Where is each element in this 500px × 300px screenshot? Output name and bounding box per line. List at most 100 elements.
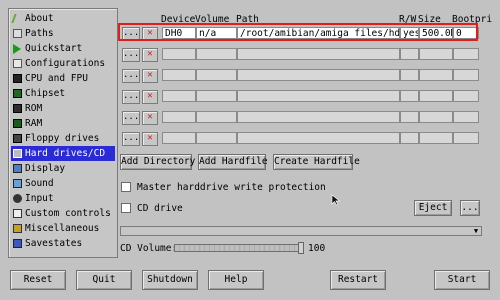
- column-header-size: Size: [418, 14, 441, 25]
- harddrive-icon: [13, 149, 22, 158]
- cell-path: [237, 90, 400, 102]
- cell-rw: [400, 111, 419, 123]
- row-browse-button[interactable]: ...: [122, 48, 140, 62]
- reset-button[interactable]: Reset: [10, 270, 66, 290]
- sidebar: About Paths Quickstart Configurations CP…: [8, 8, 118, 258]
- cell-device: [162, 90, 196, 102]
- sidebar-item-quickstart[interactable]: Quickstart: [11, 41, 115, 56]
- display-icon: [13, 164, 22, 173]
- cell-bootpri: 0: [453, 27, 479, 39]
- cell-size: [419, 111, 453, 123]
- cell-size: [419, 48, 453, 60]
- cell-bootpri: [453, 69, 479, 81]
- chipset-icon: [13, 89, 22, 98]
- cell-volume: [196, 48, 237, 60]
- rom-icon: [13, 104, 22, 113]
- cell-bootpri: [453, 90, 479, 102]
- sidebar-item-cpu-fpu[interactable]: CPU and FPU: [11, 71, 115, 86]
- cd-drive-option[interactable]: CD drive: [121, 201, 183, 215]
- cell-path: /root/amibian/amiga_files/hdd/hd: [237, 27, 400, 39]
- sound-icon: [13, 179, 22, 188]
- cell-path: [237, 132, 400, 144]
- cd-volume-label: CD Volume:: [120, 243, 178, 254]
- sidebar-item-configurations[interactable]: Configurations: [11, 56, 115, 71]
- cell-device: [162, 132, 196, 144]
- cell-bootpri: [453, 132, 479, 144]
- row-delete-button[interactable]: ✕: [142, 132, 158, 146]
- row-browse-button[interactable]: ...: [122, 69, 140, 83]
- start-button[interactable]: Start: [434, 270, 490, 290]
- sidebar-item-miscellaneous[interactable]: Miscellaneous: [11, 221, 115, 236]
- cd-image-dropdown[interactable]: ▼: [120, 226, 482, 236]
- master-write-protection-option[interactable]: Master harddrive write protection: [121, 180, 326, 194]
- quit-button[interactable]: Quit: [76, 270, 132, 290]
- cpu-icon: [13, 74, 22, 83]
- add-directory-button[interactable]: Add Directory: [120, 154, 195, 170]
- add-hardfile-button[interactable]: Add Hardfile: [198, 154, 268, 170]
- cell-device: [162, 48, 196, 60]
- cell-volume: [196, 69, 237, 81]
- cell-rw: [400, 90, 419, 102]
- help-button[interactable]: Help: [208, 270, 264, 290]
- column-header-bootpri: Bootpri: [452, 14, 493, 25]
- cell-rw: [400, 69, 419, 81]
- cell-path: [237, 111, 400, 123]
- ram-icon: [13, 119, 22, 128]
- eject-button[interactable]: Eject: [414, 200, 452, 216]
- cd-volume-value: 100: [308, 243, 326, 254]
- sidebar-item-display[interactable]: Display: [11, 161, 115, 176]
- cell-volume: [196, 111, 237, 123]
- sidebar-item-sound[interactable]: Sound: [11, 176, 115, 191]
- sidebar-item-floppy-drives[interactable]: Floppy drives: [11, 131, 115, 146]
- about-icon: [11, 14, 24, 23]
- restart-button[interactable]: Restart: [330, 270, 386, 290]
- cd-volume-slider[interactable]: [174, 242, 304, 254]
- master-write-protection-label: Master harddrive write protection: [137, 181, 326, 193]
- row-delete-button[interactable]: ✕: [142, 90, 158, 104]
- cell-volume: [196, 90, 237, 102]
- cd-browse-button[interactable]: ...: [460, 200, 480, 216]
- sidebar-item-savestates[interactable]: Savestates: [11, 236, 115, 251]
- cell-device: [162, 111, 196, 123]
- cell-size: [419, 69, 453, 81]
- row-browse-button[interactable]: ...: [122, 132, 140, 146]
- sidebar-item-chipset[interactable]: Chipset: [11, 86, 115, 101]
- cell-rw: [400, 132, 419, 144]
- row-browse-button[interactable]: ...: [122, 27, 140, 41]
- sidebar-item-paths[interactable]: Paths: [11, 26, 115, 41]
- column-header-volume: Volume: [195, 14, 230, 25]
- row-delete-button[interactable]: ✕: [142, 48, 158, 62]
- mouse-cursor-icon: [331, 194, 341, 206]
- row-delete-button[interactable]: ✕: [142, 111, 158, 125]
- cell-bootpri: [453, 48, 479, 60]
- column-header-device: Device: [161, 14, 196, 25]
- row-delete-button[interactable]: ✕: [142, 27, 158, 41]
- cd-volume-slider-fill: [175, 245, 301, 251]
- floppy-icon: [13, 134, 22, 143]
- create-hardfile-button[interactable]: Create Hardfile: [273, 154, 360, 170]
- row-delete-button[interactable]: ✕: [142, 69, 158, 83]
- cd-volume-slider-thumb[interactable]: [298, 242, 304, 254]
- settings-window: About Paths Quickstart Configurations CP…: [0, 0, 500, 300]
- shutdown-button[interactable]: Shutdown: [142, 270, 198, 290]
- cell-volume: [196, 132, 237, 144]
- sidebar-item-custom-controls[interactable]: Custom controls: [11, 206, 115, 221]
- savestates-icon: [13, 239, 22, 248]
- cell-rw: [400, 48, 419, 60]
- sidebar-item-hard-drives-cd[interactable]: Hard drives/CD: [11, 146, 115, 161]
- custom-controls-icon: [13, 209, 22, 218]
- master-write-protection-checkbox[interactable]: [121, 182, 131, 192]
- cell-rw: yes: [400, 27, 419, 39]
- hard-drives-panel: Device Volume Path R/W Size Bootpri ... …: [118, 8, 494, 256]
- sidebar-item-about[interactable]: About: [11, 11, 115, 26]
- cell-device: [162, 69, 196, 81]
- row-browse-button[interactable]: ...: [122, 90, 140, 104]
- row-browse-button[interactable]: ...: [122, 111, 140, 125]
- sidebar-item-ram[interactable]: RAM: [11, 116, 115, 131]
- column-header-rw: R/W: [399, 14, 417, 25]
- sidebar-item-rom[interactable]: ROM: [11, 101, 115, 116]
- cell-size: [419, 132, 453, 144]
- sidebar-item-input[interactable]: Input: [11, 191, 115, 206]
- cd-drive-checkbox[interactable]: [121, 203, 131, 213]
- cell-size: [419, 90, 453, 102]
